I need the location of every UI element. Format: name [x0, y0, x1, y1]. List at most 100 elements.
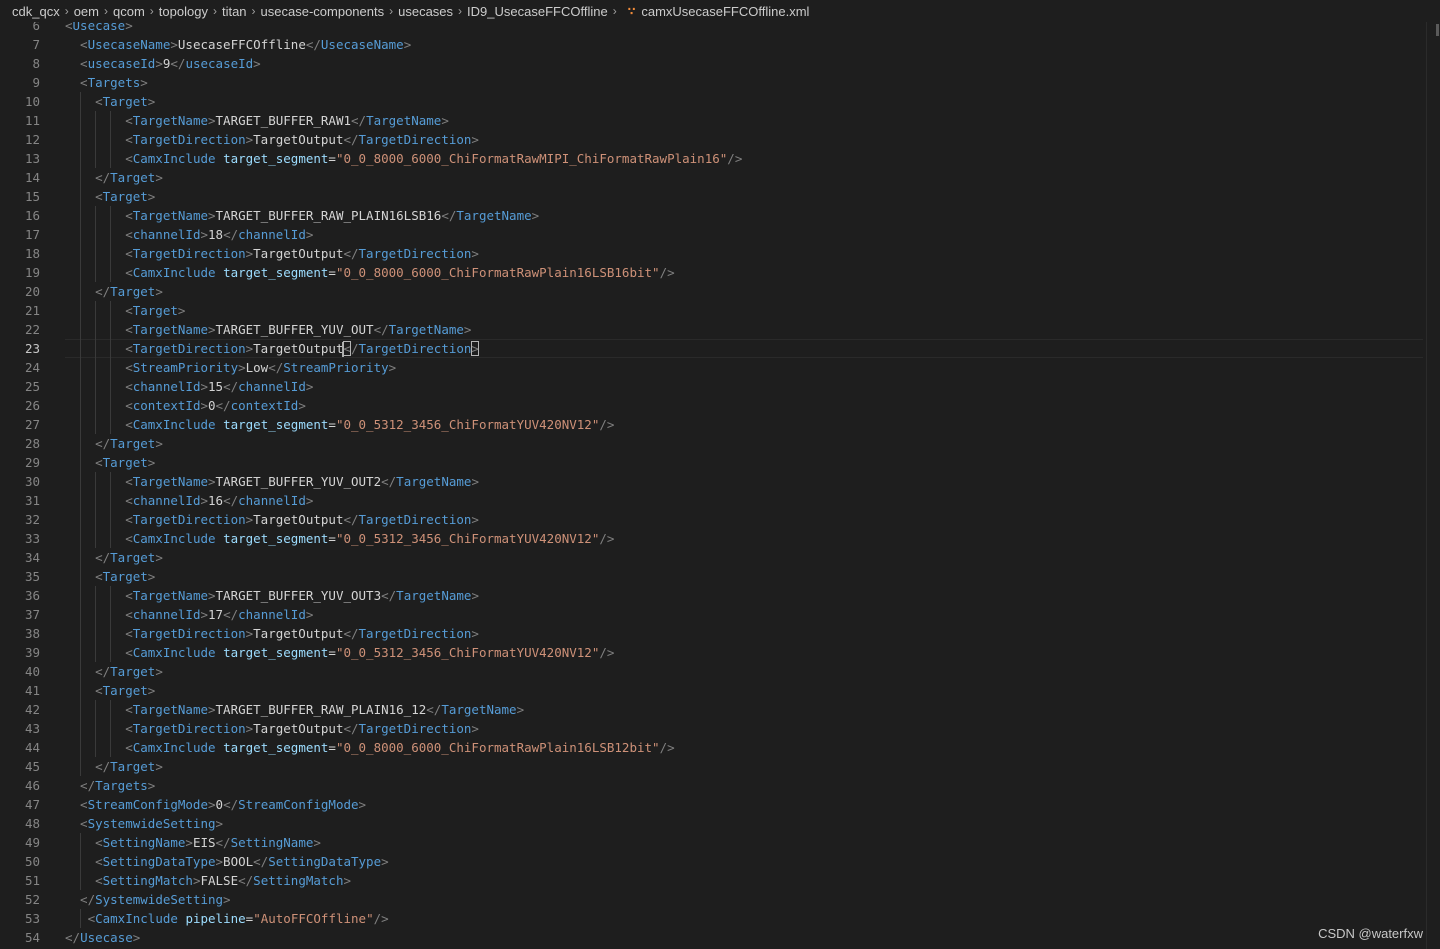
code-line[interactable]: <CamxInclude target_segment="0_0_5312_34… — [65, 415, 614, 434]
code-line[interactable]: <CamxInclude pipeline="AutoFFCOffline"/> — [65, 909, 389, 928]
code-token: 15 — [208, 379, 224, 394]
code-line[interactable]: </Usecase> — [65, 928, 140, 947]
code-line[interactable]: <SettingName>EIS</SettingName> — [65, 833, 321, 852]
code-token: > — [200, 493, 208, 508]
code-token: TargetOutput — [253, 132, 344, 147]
code-line[interactable]: <TargetDirection>TargetOutput</TargetDir… — [65, 130, 479, 149]
code-line[interactable]: <channelId>17</channelId> — [65, 605, 313, 624]
code-line[interactable]: <CamxInclude target_segment="0_0_8000_60… — [65, 738, 674, 757]
line-number: 13 — [24, 151, 40, 166]
code-line[interactable]: <Target> — [65, 187, 155, 206]
breadcrumb-item[interactable]: ID9_UsecaseFFCOffline — [467, 4, 608, 19]
code-token: < — [125, 246, 133, 261]
code-token: TargetDirection — [358, 341, 472, 356]
code-token: > — [298, 398, 306, 413]
code-token: 0 — [208, 398, 216, 413]
code-token: CamxInclude — [95, 911, 178, 926]
code-token: TargetName — [366, 113, 442, 128]
code-line[interactable]: <SettingMatch>FALSE</SettingMatch> — [65, 871, 351, 890]
code-editor[interactable]: 6 7 8 9 10 11 12 13 14 15 16 17 18 19 20 21 22 23 24 25 26 27… — [0, 22, 1440, 949]
line-number: 44 — [24, 740, 40, 755]
code-token: TargetName — [132, 474, 208, 489]
line-number: 18 — [24, 246, 40, 261]
code-line[interactable]: <usecaseId>9</usecaseId> — [65, 54, 261, 73]
line-number: 11 — [24, 113, 40, 128]
code-token: Target — [110, 436, 156, 451]
code-line[interactable]: <TargetName>TARGET_BUFFER_RAW1</TargetNa… — [65, 111, 449, 130]
code-text-area[interactable]: <Usecase> <UsecaseName>UsecaseFFCOffline<… — [65, 22, 1425, 949]
code-token: </ — [426, 702, 442, 717]
code-token: > — [208, 322, 216, 337]
code-line[interactable]: <SettingDataType>BOOL</SettingDataType> — [65, 852, 389, 871]
code-token: > — [147, 189, 156, 204]
vertical-scrollbar[interactable] — [1426, 22, 1440, 949]
code-token: target_segment — [223, 417, 329, 432]
breadcrumb-item[interactable]: titan — [222, 4, 247, 19]
code-token: channelId — [132, 227, 201, 242]
code-token: > — [471, 132, 479, 147]
code-token: SettingDataType — [102, 854, 216, 869]
code-line[interactable]: <channelId>16</channelId> — [65, 491, 313, 510]
code-token: > — [208, 208, 216, 223]
code-token: > — [253, 56, 261, 71]
breadcrumb-item[interactable]: topology — [159, 4, 208, 19]
code-line[interactable]: <TargetName>TARGET_BUFFER_YUV_OUT</Targe… — [65, 320, 471, 339]
code-line[interactable]: <contextId>0</contextId> — [65, 396, 306, 415]
code-line[interactable]: <CamxInclude target_segment="0_0_8000_60… — [65, 263, 674, 282]
code-line[interactable]: <CamxInclude target_segment="0_0_5312_34… — [65, 643, 614, 662]
code-line[interactable]: <TargetName>TARGET_BUFFER_YUV_OUT3</Targ… — [65, 586, 479, 605]
code-line[interactable]: <TargetName>TARGET_BUFFER_RAW_PLAIN16LSB… — [65, 206, 539, 225]
line-number: 12 — [24, 132, 40, 147]
code-line[interactable]: <SystemwideSetting> — [65, 814, 223, 833]
code-token: > — [200, 379, 208, 394]
code-line[interactable]: <channelId>18</channelId> — [65, 225, 313, 244]
code-line[interactable]: <TargetDirection>TargetOutput</TargetDir… — [65, 624, 479, 643]
line-number: 51 — [24, 873, 40, 888]
code-token: < — [125, 360, 133, 375]
code-line[interactable]: <Target> — [65, 92, 155, 111]
code-line[interactable]: <Usecase> — [65, 22, 133, 35]
breadcrumb-item[interactable]: qcom — [113, 4, 145, 19]
code-token: < — [125, 493, 133, 508]
code-line[interactable]: <TargetDirection>TargetOutput</TargetDir… — [65, 244, 479, 263]
chevron-right-icon: › — [458, 4, 463, 18]
code-token: usecaseId — [185, 56, 254, 71]
code-token: /> — [727, 151, 743, 166]
chevron-right-icon: › — [212, 4, 217, 18]
code-token: CamxInclude — [132, 151, 216, 166]
code-token: > — [516, 702, 525, 717]
code-line[interactable]: <Target> — [65, 567, 155, 586]
code-token: TARGET_BUFFER_RAW_PLAIN16_12 — [215, 702, 427, 717]
line-number: 40 — [24, 664, 40, 679]
code-token: </ — [95, 284, 111, 299]
breadcrumb-item[interactable]: usecase-components — [261, 4, 385, 19]
code-token: TargetDirection — [132, 132, 246, 147]
code-line[interactable]: <Targets> — [65, 73, 148, 92]
code-line[interactable]: </SystemwideSetting> — [65, 890, 231, 909]
code-line[interactable]: <Target> — [65, 681, 155, 700]
code-token: TargetName — [132, 208, 208, 223]
code-token: BOOL — [223, 854, 254, 869]
code-line[interactable]: <UsecaseName>UsecaseFFCOffline</UsecaseN… — [65, 35, 411, 54]
breadcrumb-item[interactable]: usecases — [398, 4, 453, 19]
breadcrumb-file-name[interactable]: camxUsecaseFFCOffline.xml — [641, 4, 809, 19]
code-line[interactable]: <TargetDirection>TargetOutput</TargetDir… — [65, 510, 479, 529]
code-line[interactable]: <StreamConfigMode>0</StreamConfigMode> — [65, 795, 366, 814]
code-line[interactable]: <TargetDirection>TargetOutput</TargetDir… — [65, 719, 479, 738]
code-line[interactable]: <Target> — [65, 301, 185, 320]
code-line[interactable]: <TargetName>TARGET_BUFFER_RAW_PLAIN16_12… — [65, 700, 524, 719]
code-line[interactable]: <TargetDirection>TargetOutput</TargetDir… — [65, 339, 479, 358]
code-line[interactable]: <Target> — [65, 453, 155, 472]
code-line[interactable]: <CamxInclude target_segment="0_0_5312_34… — [65, 529, 614, 548]
breadcrumb-item[interactable]: cdk_qcx — [12, 4, 60, 19]
breadcrumb-item[interactable]: oem — [74, 4, 99, 19]
code-line[interactable]: <TargetName>TARGET_BUFFER_YUV_OUT2</Targ… — [65, 472, 479, 491]
code-token: </ — [95, 436, 111, 451]
code-token: > — [381, 854, 389, 869]
code-line[interactable]: </Targets> — [65, 776, 155, 795]
code-line[interactable]: <CamxInclude target_segment="0_0_8000_60… — [65, 149, 742, 168]
code-line[interactable]: <StreamPriority>Low</StreamPriority> — [65, 358, 396, 377]
code-line[interactable]: <channelId>15</channelId> — [65, 377, 313, 396]
